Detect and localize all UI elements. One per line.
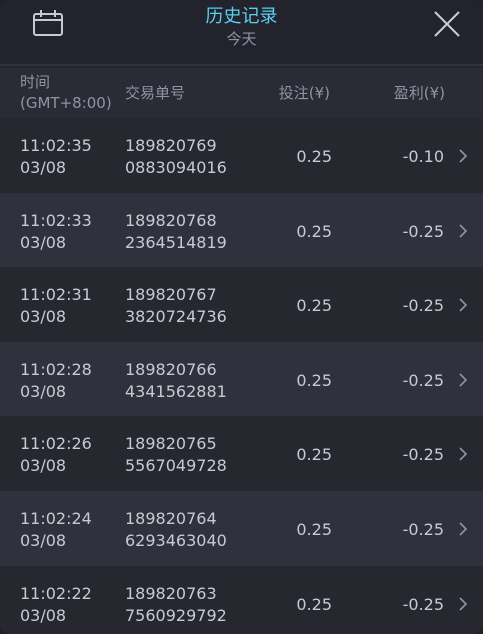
row-order-id-line2: 0883094016 — [125, 158, 227, 177]
date-filter-label: 今天 — [226, 30, 257, 48]
row-time-value: 11:02:26 — [20, 434, 92, 454]
row-bet: 0.25 — [296, 221, 332, 241]
chevron-right-icon[interactable] — [458, 446, 468, 462]
row-date-value: 03/08 — [20, 381, 67, 401]
row-date-value: 03/08 — [20, 307, 67, 327]
table-row[interactable]: 11:02:33 03/08 189820768 2364514819 0.25… — [0, 192, 483, 268]
row-order-id: 189820767 3820724736 — [125, 284, 227, 328]
row-time-value: 11:02:35 — [20, 136, 92, 155]
row-bet: 0.25 — [296, 147, 332, 166]
column-header-timezone: (GMT+8:00) — [20, 94, 112, 112]
row-order-id-line1: 189820768 — [125, 210, 217, 230]
column-header-bet: 投注(¥) — [278, 84, 330, 102]
chevron-right-icon[interactable] — [458, 148, 468, 164]
row-bet: 0.25 — [296, 519, 332, 539]
chevron-right-icon[interactable] — [458, 297, 468, 313]
row-date-value: 03/08 — [20, 158, 67, 177]
row-bet: 0.25 — [296, 594, 332, 614]
row-order-id: 189820766 4341562881 — [125, 359, 227, 403]
row-profit: -0.25 — [402, 370, 444, 390]
row-order-id-line2: 5567049728 — [125, 456, 227, 476]
row-time-value: 11:02:33 — [20, 210, 92, 230]
row-order-id-line2: 7560929792 — [125, 605, 227, 625]
row-time-value: 11:02:24 — [20, 508, 92, 528]
row-order-id-line1: 189820765 — [125, 434, 217, 454]
row-order-id: 189820765 5567049728 — [125, 433, 227, 477]
row-order-id-line2: 4341562881 — [125, 381, 227, 401]
chevron-right-icon[interactable] — [458, 521, 468, 537]
row-time: 11:02:35 03/08 — [20, 135, 92, 179]
table-row[interactable]: 11:02:35 03/08 189820769 0883094016 0.25… — [0, 118, 483, 193]
history-table-body: 11:02:35 03/08 189820769 0883094016 0.25… — [0, 118, 483, 634]
row-time: 11:02:22 03/08 — [20, 583, 92, 627]
chevron-right-icon[interactable] — [458, 223, 468, 239]
table-header: 时间 (GMT+8:00) 交易单号 投注(¥) 盈利(¥) — [0, 68, 483, 118]
column-header-time-label: 时间 — [20, 73, 51, 91]
row-order-id-line1: 189820764 — [125, 508, 217, 528]
row-date-value: 03/08 — [20, 530, 67, 550]
row-profit: -0.25 — [402, 594, 444, 614]
column-header-order-id: 交易单号 — [125, 84, 186, 102]
row-time-value: 11:02:28 — [20, 359, 92, 379]
row-time: 11:02:28 03/08 — [20, 359, 92, 403]
column-header-profit: 盈利(¥) — [393, 84, 445, 102]
row-profit: -0.25 — [402, 519, 444, 539]
row-order-id-line2: 3820724736 — [125, 307, 227, 327]
row-order-id: 189820768 2364514819 — [125, 210, 227, 254]
row-time-value: 11:02:22 — [20, 583, 92, 603]
row-order-id: 189820763 7560929792 — [125, 583, 227, 627]
header: 历史记录 今天 — [0, 0, 483, 66]
history-panel: 历史记录 今天 时间 (GMT+8:00) 交易单号 投注(¥) 盈利(¥) 1… — [0, 0, 483, 634]
chevron-right-icon[interactable] — [458, 596, 468, 612]
row-bet: 0.25 — [296, 296, 332, 316]
table-row[interactable]: 11:02:31 03/08 189820767 3820724736 0.25… — [0, 267, 483, 342]
row-profit: -0.25 — [402, 221, 444, 241]
row-order-id-line1: 189820767 — [125, 285, 217, 305]
row-order-id: 189820764 6293463040 — [125, 508, 227, 552]
row-order-id-line1: 189820766 — [125, 359, 217, 379]
row-order-id-line2: 2364514819 — [125, 232, 227, 252]
table-row[interactable]: 11:02:24 03/08 189820764 6293463040 0.25… — [0, 490, 483, 566]
row-bet: 0.25 — [296, 370, 332, 390]
row-order-id-line1: 189820769 — [125, 136, 217, 155]
row-order-id-line1: 189820763 — [125, 583, 217, 603]
row-profit: -0.25 — [402, 445, 444, 465]
row-profit: -0.10 — [402, 147, 444, 166]
table-row[interactable]: 11:02:22 03/08 189820763 7560929792 0.25… — [0, 565, 483, 634]
row-time: 11:02:33 03/08 — [20, 210, 92, 254]
row-date-value: 03/08 — [20, 232, 67, 252]
page-title: 历史记录 — [205, 6, 278, 27]
row-time: 11:02:26 03/08 — [20, 433, 92, 477]
row-time-value: 11:02:31 — [20, 285, 92, 305]
chevron-right-icon[interactable] — [458, 372, 468, 388]
row-order-id: 189820769 0883094016 — [125, 135, 227, 179]
row-time: 11:02:31 03/08 — [20, 284, 92, 328]
row-date-value: 03/08 — [20, 456, 67, 476]
row-time: 11:02:24 03/08 — [20, 508, 92, 552]
close-icon[interactable] — [432, 9, 462, 39]
column-header-time: 时间 (GMT+8:00) — [20, 72, 112, 114]
row-bet: 0.25 — [296, 445, 332, 465]
table-row[interactable]: 11:02:26 03/08 189820765 5567049728 0.25… — [0, 416, 483, 491]
table-row[interactable]: 11:02:28 03/08 189820766 4341562881 0.25… — [0, 341, 483, 417]
row-date-value: 03/08 — [20, 605, 67, 625]
row-profit: -0.25 — [402, 296, 444, 316]
row-order-id-line2: 6293463040 — [125, 530, 227, 550]
